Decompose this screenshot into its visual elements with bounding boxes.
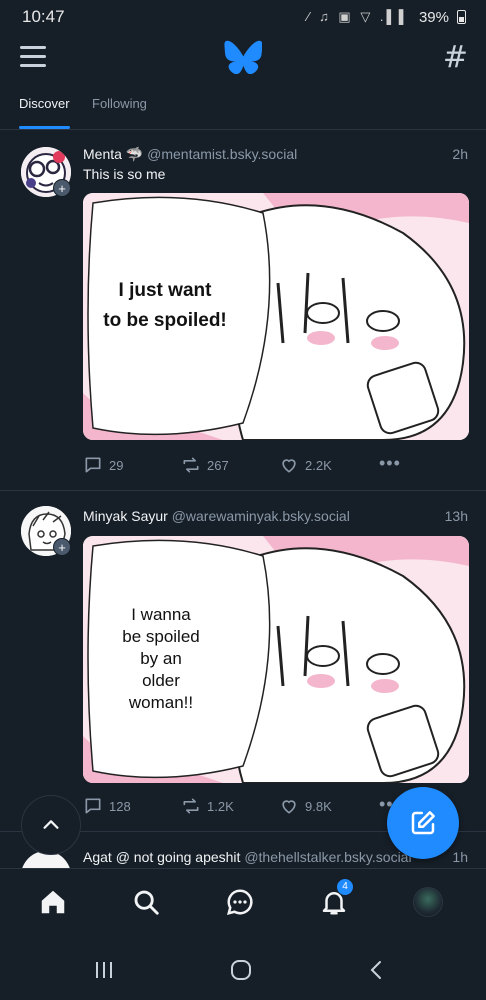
follow-plus-icon[interactable]: + — [53, 538, 71, 556]
image-caption-line: woman!! — [128, 693, 193, 712]
butterfly-icon[interactable] — [224, 40, 262, 74]
like-button[interactable]: 2.2K — [279, 455, 332, 475]
more-options-icon[interactable]: ••• — [379, 453, 401, 474]
post-image[interactable]: I wanna be spoiled by an older woman!! — [83, 536, 469, 783]
reply-icon — [85, 798, 101, 814]
reply-button[interactable]: 29 — [83, 455, 123, 475]
feeds-hash-icon[interactable]: # — [443, 40, 468, 75]
post-image[interactable]: I just want to be spoiled! — [83, 193, 469, 440]
battery-percent: 39% — [418, 8, 449, 26]
repost-count: 267 — [207, 457, 229, 473]
image-caption-line: older — [142, 671, 180, 690]
feed-post[interactable]: + Menta 🦈 @mentamist.bsky.social 2h This… — [0, 131, 486, 491]
image-caption-line: to be spoiled! — [103, 310, 227, 331]
heart-icon — [282, 800, 296, 814]
compose-pencil-icon — [411, 811, 435, 835]
heart-icon — [282, 459, 296, 473]
feed-post[interactable]: + Minyak Sayur @warewaminyak.bsky.social… — [0, 492, 486, 832]
chat-icon — [226, 889, 253, 916]
handle[interactable]: @warewaminyak.bsky.social — [172, 508, 350, 524]
chevron-up-icon — [43, 820, 59, 829]
handle[interactable]: @mentamist.bsky.social — [147, 146, 297, 162]
display-name[interactable]: Agat @ not going apeshit — [83, 849, 240, 865]
display-name[interactable]: Menta 🦈 — [83, 146, 143, 162]
nav-notifications[interactable]: 4 — [317, 879, 353, 919]
recent-apps-icon[interactable] — [93, 960, 115, 980]
reply-icon — [85, 457, 101, 473]
like-button[interactable]: 9.8K — [279, 796, 332, 816]
notification-count-badge: 4 — [337, 879, 353, 895]
image-caption-line: by an — [140, 649, 182, 668]
post-time: 13h — [444, 508, 468, 524]
like-count: 9.8K — [305, 798, 332, 814]
nav-chat[interactable] — [223, 885, 257, 919]
repost-button[interactable]: 267 — [181, 455, 229, 475]
home-icon — [41, 890, 65, 914]
repost-count: 1.2K — [207, 798, 234, 814]
post-text: This is so me — [83, 166, 166, 182]
display-name[interactable]: Minyak Sayur — [83, 508, 168, 524]
tab-following[interactable]: Following — [92, 96, 147, 111]
system-navigation-bar — [0, 936, 486, 1000]
search-icon — [134, 890, 159, 915]
like-count: 2.2K — [305, 457, 332, 473]
reply-count: 29 — [109, 457, 124, 473]
status-time: 10:47 — [22, 7, 65, 26]
nav-profile[interactable] — [411, 885, 445, 919]
reply-button[interactable]: 128 — [83, 796, 131, 816]
back-chevron-icon[interactable] — [368, 960, 384, 980]
status-icons: ∕ ♫ ▣ ▽ .▌▌ — [307, 9, 411, 24]
battery-icon — [457, 10, 466, 24]
profile-avatar — [413, 887, 443, 917]
tab-discover[interactable]: Discover — [19, 96, 70, 111]
nav-home[interactable] — [36, 885, 70, 919]
reply-count: 128 — [109, 798, 131, 814]
repost-button[interactable]: 1.2K — [181, 796, 234, 816]
handle[interactable]: @thehellstalker.bsky.social — [244, 849, 411, 865]
status-bar: 10:47 ∕ ♫ ▣ ▽ .▌▌ 39% — [0, 0, 486, 34]
post-time: 2h — [452, 146, 468, 162]
repost-icon — [183, 798, 199, 814]
image-caption-line: I wanna — [131, 605, 191, 624]
image-caption-line: I just want — [119, 280, 213, 301]
scroll-to-top-button[interactable] — [21, 795, 81, 855]
post-actions: 29 267 2.2K ••• — [83, 453, 463, 477]
post-time: 1h — [452, 849, 468, 865]
bottom-navigation: 4 — [0, 868, 486, 936]
hamburger-icon[interactable] — [20, 46, 46, 68]
top-bar: # — [0, 34, 486, 82]
image-caption-line: be spoiled — [122, 627, 200, 646]
feed-tabs: Discover Following — [0, 90, 486, 130]
follow-plus-icon[interactable]: + — [53, 179, 71, 197]
nav-search[interactable] — [129, 885, 163, 919]
compose-button[interactable] — [387, 787, 459, 859]
home-circle-icon[interactable] — [230, 960, 252, 980]
active-tab-indicator — [19, 126, 70, 129]
repost-icon — [183, 457, 199, 473]
